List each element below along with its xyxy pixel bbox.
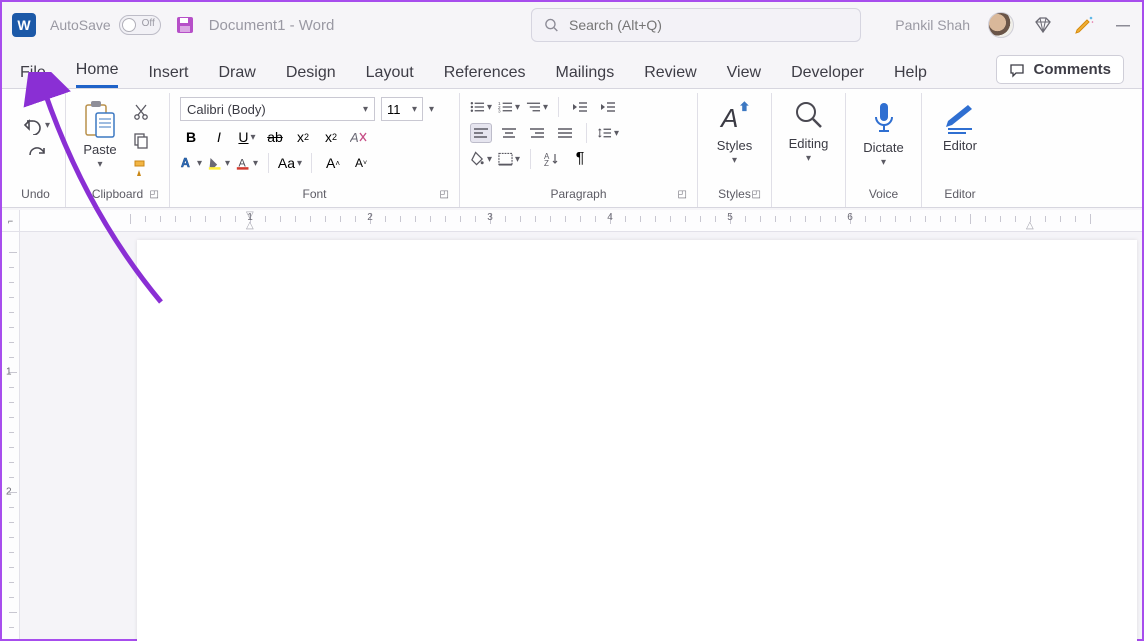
tab-developer[interactable]: Developer (791, 64, 864, 88)
underline-button[interactable]: U▾ (236, 127, 258, 147)
justify-button[interactable] (554, 123, 576, 143)
autosave-toggle[interactable]: Off (119, 15, 161, 35)
svg-text:A: A (181, 156, 190, 170)
editor-button[interactable]: Editor (936, 97, 984, 187)
increase-indent-button[interactable] (597, 97, 619, 117)
tab-references[interactable]: References (444, 64, 526, 88)
paste-button[interactable]: Paste ▾ (76, 97, 124, 172)
comment-icon (1009, 62, 1025, 78)
minimize-button[interactable] (1114, 16, 1132, 34)
multilevel-list-button[interactable]: ▾ (526, 97, 548, 117)
tab-insert[interactable]: Insert (148, 64, 188, 88)
clipboard-launcher[interactable]: ◰ (150, 189, 159, 200)
subscript-button[interactable]: x2 (292, 127, 314, 147)
shrink-font-button[interactable]: A˅ (350, 153, 372, 173)
ribbon-tabs: File Home Insert Draw Design Layout Refe… (2, 48, 1142, 88)
group-label-paragraph: Paragraph (550, 187, 606, 201)
grow-font-button[interactable]: A˄ (322, 153, 344, 173)
group-label-font: Font (302, 187, 326, 201)
horizontal-ruler[interactable]: ⌐ ▽△△123456 (2, 210, 1142, 232)
account-name[interactable]: Pankil Shah (895, 17, 970, 33)
align-right-button[interactable] (526, 123, 548, 143)
diamond-icon[interactable] (1032, 14, 1054, 36)
document-area: ⌐ ▽△△123456 12 (2, 210, 1142, 639)
pen-sparkle-icon[interactable] (1072, 14, 1096, 36)
italic-button[interactable]: I (208, 127, 230, 147)
tab-layout[interactable]: Layout (366, 64, 414, 88)
clear-formatting-button[interactable]: A (348, 127, 370, 147)
sort-button[interactable]: AZ (541, 149, 563, 169)
ruler-corner: ⌐ (2, 210, 20, 232)
tab-mailings[interactable]: Mailings (556, 64, 615, 88)
avatar[interactable] (988, 12, 1014, 38)
document-title: Document1 - Word (209, 17, 335, 34)
font-family-combo[interactable]: Calibri (Body)▾ (180, 97, 375, 121)
format-painter-button[interactable] (130, 157, 152, 179)
borders-button[interactable]: ▾ (498, 149, 520, 169)
paragraph-launcher[interactable]: ◰ (678, 189, 687, 200)
align-center-button[interactable] (498, 123, 520, 143)
tab-draw[interactable]: Draw (218, 64, 255, 88)
svg-text:A: A (719, 103, 738, 133)
align-left-button[interactable] (470, 123, 492, 143)
group-label-clipboard: Clipboard (92, 187, 143, 201)
comments-label: Comments (1033, 61, 1111, 78)
editing-button[interactable]: Editing ▾ (783, 97, 835, 187)
svg-text:Z: Z (544, 159, 549, 167)
autosave-control[interactable]: AutoSave Off (50, 15, 161, 35)
save-icon[interactable] (175, 15, 195, 35)
title-right-cluster: Pankil Shah (895, 12, 1132, 38)
search-input[interactable] (569, 17, 848, 33)
tab-help[interactable]: Help (894, 64, 927, 88)
ribbon: ▾ Undo Paste ▾ Clipboard◰ C (2, 88, 1142, 208)
dictate-button[interactable]: Dictate ▾ (857, 97, 909, 187)
page-canvas[interactable] (137, 240, 1137, 641)
font-size-more[interactable]: ▾ (429, 104, 434, 115)
bullets-button[interactable]: ▾ (470, 97, 492, 117)
cut-button[interactable] (130, 101, 152, 123)
superscript-button[interactable]: x2 (320, 127, 342, 147)
group-label-voice: Voice (856, 187, 911, 207)
styles-launcher[interactable]: ◰ (752, 189, 761, 200)
svg-text:A: A (350, 130, 359, 145)
tab-home[interactable]: Home (76, 61, 119, 88)
tab-file[interactable]: File (20, 64, 46, 88)
autosave-state-text: Off (142, 18, 155, 29)
copy-button[interactable] (130, 129, 152, 151)
word-app-icon: W (12, 13, 36, 37)
search-icon (544, 17, 559, 33)
strikethrough-button[interactable]: ab (264, 127, 286, 147)
autosave-label: AutoSave (50, 17, 111, 33)
line-spacing-button[interactable]: ▾ (597, 123, 619, 143)
font-launcher[interactable]: ◰ (440, 189, 449, 200)
vertical-ruler[interactable]: 12 (2, 232, 20, 639)
decrease-indent-button[interactable] (569, 97, 591, 117)
text-effects-button[interactable]: A▾ (180, 153, 202, 173)
group-label-editor: Editor (932, 187, 988, 207)
font-size-combo[interactable]: 11▾ (381, 97, 423, 121)
search-box[interactable] (531, 8, 861, 42)
font-color-button[interactable]: A▾ (236, 153, 258, 173)
title-bar: W AutoSave Off Document1 - Word Pankil S… (2, 2, 1142, 48)
tab-view[interactable]: View (727, 64, 761, 88)
highlight-button[interactable]: ▾ (208, 153, 230, 173)
group-label-undo: Undo (16, 187, 55, 207)
styles-button[interactable]: A Styles ▾ (711, 97, 758, 187)
svg-text:3: 3 (498, 109, 501, 114)
show-marks-button[interactable]: ¶ (569, 149, 591, 169)
tab-design[interactable]: Design (286, 64, 336, 88)
shading-button[interactable]: ▾ (470, 149, 492, 169)
group-label-editing (782, 187, 835, 207)
numbering-button[interactable]: 123▾ (498, 97, 520, 117)
change-case-button[interactable]: Aa▾ (279, 153, 301, 173)
redo-button[interactable] (26, 145, 46, 168)
undo-button[interactable]: ▾ (21, 117, 50, 135)
group-label-styles: Styles (718, 187, 751, 201)
comments-button[interactable]: Comments (996, 55, 1124, 84)
tab-review[interactable]: Review (644, 64, 696, 88)
bold-button[interactable]: B (180, 127, 202, 147)
